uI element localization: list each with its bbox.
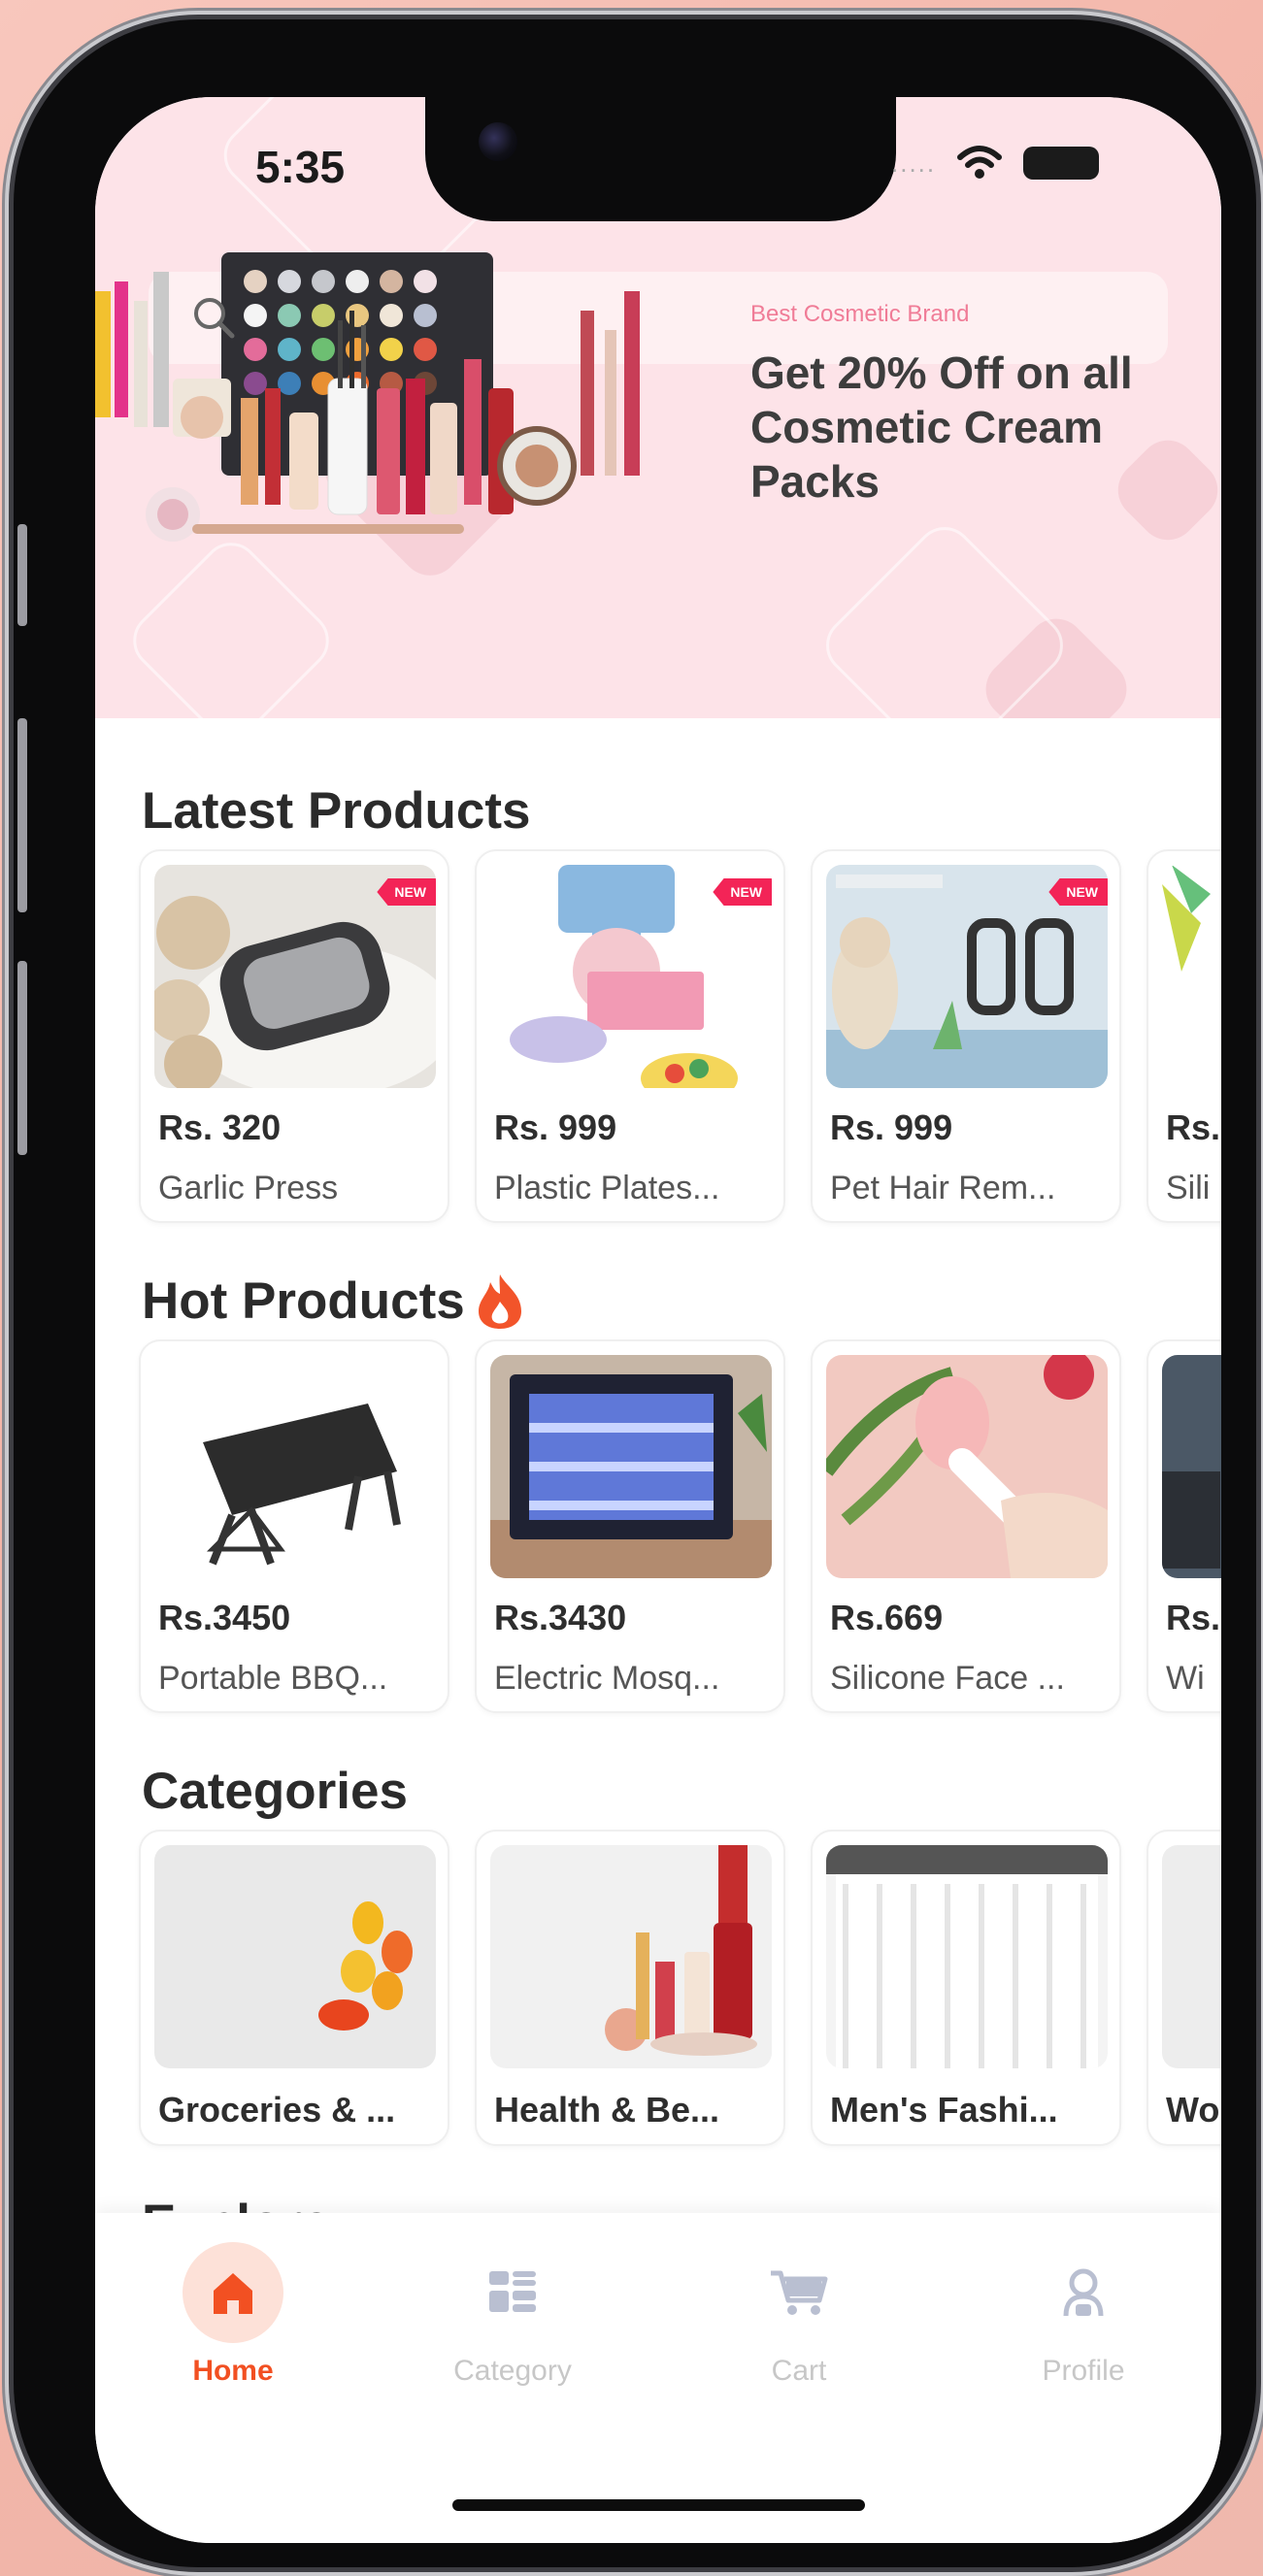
product-price: Rs. [1166, 1598, 1221, 1637]
promo-title: Get 20% Off on all Cosmetic Cream Packs [750, 347, 1133, 507]
category-name: Groceries & ... [158, 2090, 396, 2130]
signal-icon: ..... [891, 148, 937, 178]
hot-products-title: Hot Products [142, 1271, 527, 1331]
nav-profile[interactable]: Profile [986, 2242, 1180, 2388]
product-image: NEW [154, 865, 436, 1088]
product-price: Rs.669 [830, 1598, 944, 1637]
category-name: Wo [1166, 2090, 1220, 2130]
product-price: Rs.3430 [494, 1598, 627, 1637]
category-image [490, 1845, 772, 2068]
cart-icon [771, 2270, 828, 2315]
grid-icon [489, 2271, 536, 2312]
product-card[interactable]: Rs.669 Silicone Face ... [811, 1339, 1121, 1713]
product-name: Portable BBQ... [158, 1660, 388, 1697]
product-price: Rs. 320 [158, 1107, 282, 1147]
phone-frame: Best Cosmetic Brand Get 20% Off on all C… [14, 19, 1256, 2567]
new-badge: NEW [713, 878, 772, 906]
cosmetics-product-image [95, 252, 640, 542]
category-image [826, 1845, 1108, 2068]
product-card[interactable]: NEW Rs. 320 Garlic Press [139, 849, 449, 1223]
product-image [490, 1355, 772, 1578]
product-image: NEW [826, 865, 1108, 1088]
hot-products-row[interactable]: Rs.3450 Portable BBQ... Rs.3430 Electric… [139, 1339, 1221, 1713]
nav-category[interactable]: Category [415, 2242, 610, 2388]
product-name: Silicone Face ... [830, 1660, 1065, 1697]
volume-down-button [17, 961, 27, 1155]
product-name: Pet Hair Rem... [830, 1170, 1056, 1206]
category-name: Health & Be... [494, 2090, 720, 2130]
category-image [1162, 1845, 1221, 2068]
status-time: 5:35 [255, 142, 346, 192]
nav-cart[interactable]: Cart [702, 2242, 896, 2388]
product-name: Sili [1166, 1170, 1211, 1206]
hot-products-label: Hot Products [142, 1272, 465, 1330]
product-card[interactable]: NEW Rs. 999 Pet Hair Rem... [811, 849, 1121, 1223]
mute-switch [17, 524, 27, 626]
promo-text: Best Cosmetic Brand Get 20% Off on all C… [750, 301, 1178, 509]
latest-products-row[interactable]: NEW Rs. 320 Garlic Press NEW Rs. 999 Pla… [139, 849, 1221, 1223]
product-image [154, 1355, 436, 1578]
product-image [1162, 1355, 1221, 1578]
search-icon[interactable] [187, 291, 242, 346]
profile-icon [1063, 2268, 1104, 2317]
category-card[interactable]: Health & Be... [475, 1830, 785, 2146]
category-name: Men's Fashi... [830, 2090, 1058, 2130]
product-price: Rs. 999 [494, 1107, 617, 1147]
product-image [1162, 865, 1221, 1088]
notch [425, 97, 896, 221]
home-indicator[interactable] [452, 2499, 865, 2511]
product-name: Garlic Press [158, 1170, 339, 1206]
product-card[interactable]: NEW Rs. 999 Plastic Plates... [475, 849, 785, 1223]
product-price: Rs. [1166, 1107, 1221, 1147]
product-price: Rs. 999 [830, 1107, 953, 1147]
wifi-icon [957, 146, 1003, 179]
front-camera [479, 122, 517, 161]
category-card[interactable]: Wo [1147, 1830, 1221, 2146]
categories-title: Categories [142, 1763, 408, 1820]
product-card[interactable]: Rs. Wi [1147, 1339, 1221, 1713]
product-card[interactable]: Rs. Sili [1147, 849, 1221, 1223]
nav-label: Category [453, 2355, 572, 2387]
new-badge: NEW [1048, 878, 1108, 906]
bottom-navigation: Home Category Cart Profile [95, 2213, 1221, 2543]
volume-up-button [17, 718, 27, 912]
home-icon [214, 2273, 252, 2314]
product-card[interactable]: Rs.3450 Portable BBQ... [139, 1339, 449, 1713]
new-badge: NEW [377, 878, 436, 906]
nav-label: Home [192, 2355, 274, 2387]
product-name: Electric Mosq... [494, 1660, 720, 1697]
status-icons: ..... [891, 146, 1100, 181]
category-card[interactable]: Men's Fashi... [811, 1830, 1121, 2146]
fire-icon [478, 1273, 521, 1329]
promo-tag: Best Cosmetic Brand [750, 301, 970, 327]
category-card[interactable]: Groceries & ... [139, 1830, 449, 2146]
product-card[interactable]: Rs.3430 Electric Mosq... [475, 1339, 785, 1713]
app-screen: Best Cosmetic Brand Get 20% Off on all C… [95, 97, 1221, 2543]
product-price: Rs.3450 [158, 1598, 291, 1637]
product-name: Wi [1166, 1660, 1205, 1697]
nav-label: Cart [771, 2355, 827, 2387]
nav-label: Profile [1042, 2355, 1125, 2387]
latest-products-title: Latest Products [142, 782, 531, 840]
product-image [826, 1355, 1108, 1578]
product-name: Plastic Plates... [494, 1170, 720, 1206]
nav-home[interactable]: Home [136, 2242, 330, 2388]
category-image [154, 1845, 436, 2068]
product-image: NEW [490, 865, 772, 1088]
categories-row[interactable]: Groceries & ... Health & Be... Men's Fas… [139, 1830, 1221, 2146]
battery-icon [1023, 147, 1100, 180]
